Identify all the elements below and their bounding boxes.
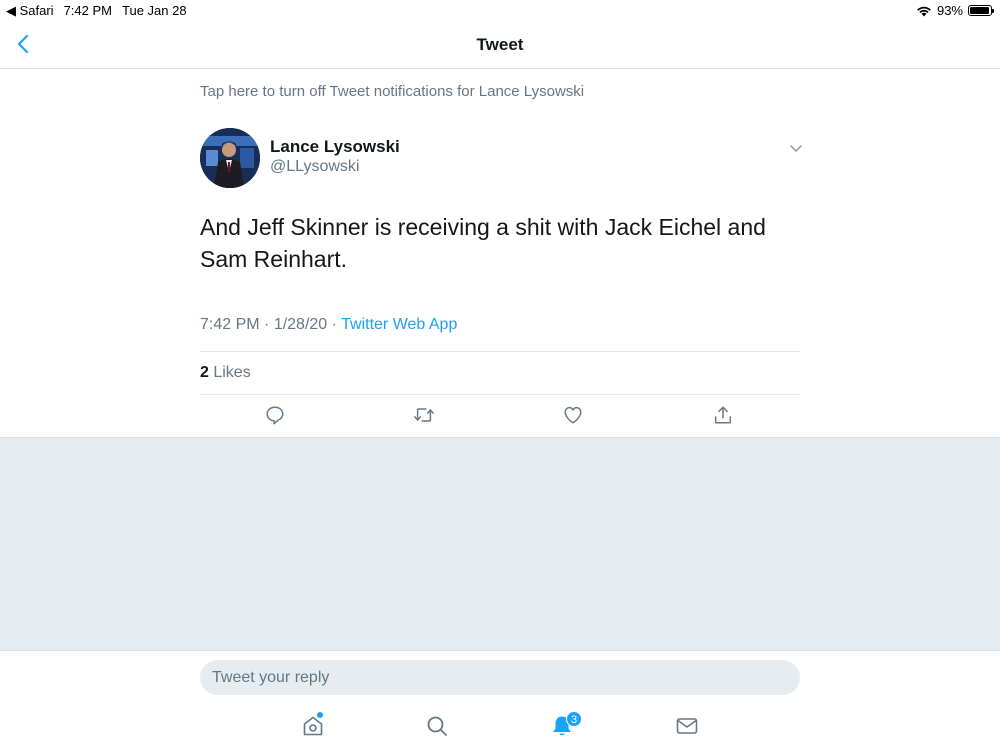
- meta-separator: ·: [327, 316, 342, 333]
- divider: [200, 351, 800, 352]
- reply-input[interactable]: Tweet your reply: [200, 660, 800, 695]
- share-icon[interactable]: [712, 404, 734, 426]
- battery-percentage: 93%: [936, 3, 963, 18]
- author-name[interactable]: Lance Lysowski: [270, 137, 400, 157]
- tweet-actions: [200, 404, 800, 430]
- turn-off-notifications-link[interactable]: Tap here to turn off Tweet notifications…: [200, 83, 584, 100]
- nav-bar: Tweet: [0, 20, 1000, 69]
- status-bar: ◀ Safari 7:42 PM Tue Jan 28 93%: [0, 0, 1000, 20]
- status-time: 7:42 PM: [63, 3, 112, 18]
- battery-level: [970, 7, 989, 14]
- page-title: Tweet: [476, 35, 524, 54]
- search-icon[interactable]: [425, 714, 449, 738]
- empty-replies-area: [0, 437, 1000, 650]
- battery-icon: [968, 5, 994, 16]
- meta-separator: ·: [259, 316, 274, 333]
- messages-envelope-icon[interactable]: [675, 714, 699, 738]
- tweet-meta: 7:42 PM · 1/28/20 · Twitter Web App: [200, 316, 457, 334]
- tweet-text: And Jeff Skinner is receiving a shit wit…: [200, 214, 766, 272]
- home-new-dot: [317, 712, 323, 718]
- likes-number: 2: [200, 364, 209, 381]
- chevron-down-icon[interactable]: [788, 143, 804, 155]
- avatar[interactable]: [200, 128, 260, 188]
- wifi-icon: [917, 6, 931, 16]
- likes-label: Likes: [208, 364, 251, 381]
- avatar-photo: [200, 128, 260, 188]
- bottom-bar: Tweet your reply 3: [0, 650, 1000, 750]
- reply-icon[interactable]: [264, 404, 286, 426]
- tweet-date: 1/28/20: [273, 316, 328, 333]
- like-icon[interactable]: [562, 404, 584, 426]
- app-window: ◀ Safari 7:42 PM Tue Jan 28 93% Tweet Ta…: [0, 0, 1000, 750]
- notification-badge: 3: [566, 711, 582, 727]
- divider: [200, 394, 800, 395]
- likes-count-link[interactable]: 2 Likes: [200, 364, 251, 382]
- author-handle[interactable]: @LLysowski: [270, 158, 359, 176]
- retweet-icon[interactable]: [413, 404, 435, 426]
- tweet-source-link[interactable]: Twitter Web App: [341, 316, 457, 333]
- status-date: Tue Jan 28: [122, 3, 187, 18]
- tweet-time: 7:42 PM: [200, 316, 260, 333]
- back-to-app-link[interactable]: ◀ Safari: [6, 3, 54, 19]
